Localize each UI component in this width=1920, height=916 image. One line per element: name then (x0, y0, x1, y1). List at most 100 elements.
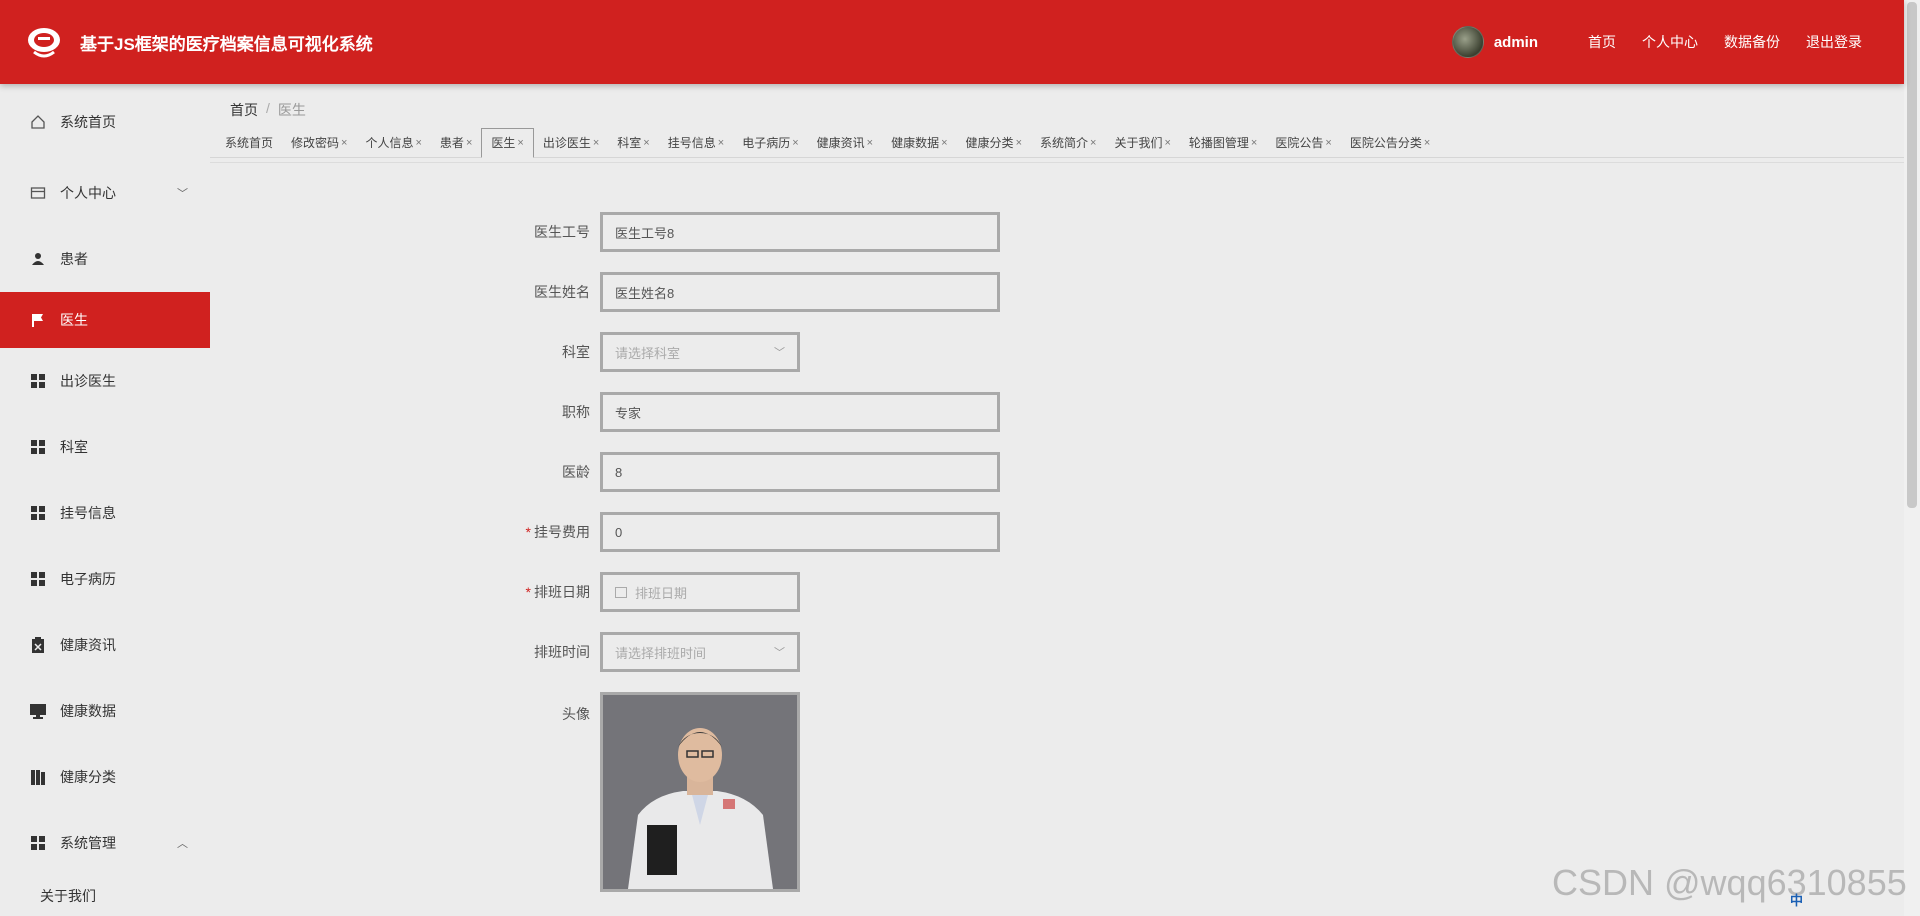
close-icon[interactable]: × (1164, 137, 1170, 149)
book-icon (30, 769, 46, 785)
tab-hospital-notice[interactable]: 医院公告 × (1266, 128, 1340, 158)
close-icon[interactable]: × (415, 137, 421, 149)
department-select[interactable]: 请选择科室 ﹀ (600, 332, 800, 372)
close-icon[interactable]: × (867, 137, 873, 149)
close-icon[interactable]: × (1424, 137, 1430, 149)
username[interactable]: admin (1494, 34, 1538, 51)
tab-label: 医院公告 (1275, 136, 1324, 150)
grid-icon (30, 373, 46, 389)
user-icon (30, 251, 46, 267)
tab-label: 医院公告分类 (1349, 136, 1422, 150)
sidebar-item-personal-center[interactable]: 个人中心 ﹀ (0, 160, 210, 226)
ime-indicator: 中 (1790, 893, 1804, 908)
schedule-time-select[interactable]: 请选择排班时间 ﹀ (600, 632, 800, 672)
tab-doctor[interactable]: 医生 × (481, 127, 534, 158)
sidebar-item-health-data[interactable]: 健康数据 (0, 678, 210, 744)
close-icon[interactable]: × (593, 137, 599, 149)
tab-department[interactable]: 科室 × (608, 128, 658, 158)
sidebar-item-label: 个人中心 (60, 185, 116, 201)
doctor-photo[interactable] (600, 692, 800, 892)
tab-personal-info[interactable]: 个人信息 × (356, 128, 430, 158)
close-icon[interactable]: × (792, 137, 798, 149)
close-icon[interactable]: × (718, 137, 724, 149)
close-icon[interactable]: × (1090, 137, 1096, 149)
close-icon[interactable]: × (1251, 137, 1257, 149)
experience-field[interactable]: 8 (600, 452, 1000, 492)
breadcrumb-current: 医生 (277, 102, 306, 118)
header-link-home[interactable]: 首页 (1588, 32, 1616, 52)
tab-health-category[interactable]: 健康分类 × (957, 128, 1031, 158)
sidebar-item-registration[interactable]: 挂号信息 (0, 480, 210, 546)
sidebar-subitem-about-us[interactable]: 关于我们 (0, 876, 210, 916)
tab-system-home[interactable]: 系统首页 (216, 128, 282, 158)
tab-system-intro[interactable]: 系统简介 × (1031, 128, 1105, 158)
grid-icon (30, 439, 46, 455)
doctor-id-field[interactable]: 医生工号8 (600, 212, 1000, 252)
tab-health-data[interactable]: 健康数据 × (882, 128, 956, 158)
scrollbar-thumb[interactable] (1907, 2, 1917, 508)
user-avatar[interactable] (1451, 26, 1484, 58)
sidebar-item-label: 科室 (60, 439, 88, 455)
schedule-date-picker[interactable]: 排班日期 (600, 572, 800, 612)
close-icon[interactable]: × (1325, 137, 1331, 149)
form-row-doctor-id: 医生工号 医生工号8 (500, 212, 1000, 252)
header-link-backup[interactable]: 数据备份 (1724, 32, 1780, 52)
tab-label: 健康分类 (965, 136, 1014, 150)
tab-label: 挂号信息 (667, 136, 716, 150)
avatar-label: 头像 (562, 706, 590, 722)
chevron-down-icon: ﹀ (177, 188, 188, 200)
form-row-experience: 医龄 8 (500, 452, 1000, 492)
top-header: 基于JS框架的医疗档案信息可视化系统 admin 首页 个人中心 数据备份 退出… (0, 0, 1904, 84)
close-icon[interactable]: × (643, 137, 649, 149)
required-mark: * (525, 524, 531, 540)
tab-medical-record[interactable]: 电子病历 × (733, 128, 807, 158)
sidebar-item-home[interactable]: 系统首页 (0, 84, 210, 160)
chevron-down-icon: ﹀ (774, 647, 785, 659)
sidebar-item-label: 健康数据 (60, 703, 116, 719)
tab-patient[interactable]: 患者 × (431, 128, 481, 158)
form-row-schedule-date: * 排班日期 排班日期 (500, 572, 800, 612)
tab-label: 个人信息 (365, 136, 414, 150)
breadcrumb-home[interactable]: 首页 (230, 100, 258, 120)
ime-tray[interactable]: 中 (1790, 890, 1803, 909)
tab-health-news[interactable]: 健康资讯 × (808, 128, 882, 158)
sidebar-item-patient[interactable]: 患者 (0, 226, 210, 292)
header-link-profile[interactable]: 个人中心 (1642, 32, 1698, 52)
fee-field[interactable]: 0 (600, 512, 1000, 552)
close-icon[interactable]: × (517, 137, 523, 149)
logo-icon (28, 28, 60, 58)
tab-label: 健康资讯 (816, 136, 865, 150)
sidebar-item-health-category[interactable]: 健康分类 (0, 744, 210, 810)
sidebar-item-visiting-doctor[interactable]: 出诊医生 (0, 348, 210, 414)
close-icon[interactable]: × (941, 137, 947, 149)
sidebar-item-label: 挂号信息 (60, 505, 116, 521)
breadcrumb-separator: / (266, 100, 270, 116)
tab-about-us[interactable]: 关于我们 × (1105, 128, 1179, 158)
sidebar-item-label: 医生 (60, 312, 88, 328)
tab-change-password[interactable]: 修改密码 × (282, 128, 356, 158)
tab-hospital-notice-category[interactable]: 医院公告分类 × (1341, 128, 1439, 158)
schedule-date-label: * 排班日期 (500, 582, 600, 602)
close-icon[interactable]: × (466, 137, 472, 149)
sidebar-item-department[interactable]: 科室 (0, 414, 210, 480)
header-link-logout[interactable]: 退出登录 (1806, 32, 1862, 52)
tab-visiting-doctor[interactable]: 出诊医生 × (534, 128, 608, 158)
sidebar-item-medical-record[interactable]: 电子病历 (0, 546, 210, 612)
tab-registration[interactable]: 挂号信息 × (659, 128, 733, 158)
tab-carousel-management[interactable]: 轮播图管理 × (1180, 128, 1266, 158)
home-icon (30, 114, 46, 130)
sidebar-item-health-news[interactable]: 健康资讯 (0, 612, 210, 678)
schedule-date-placeholder: 排班日期 (635, 585, 688, 601)
title-field[interactable]: 专家 (600, 392, 1000, 432)
grid-icon (30, 505, 46, 521)
logo (20, 18, 68, 66)
sidebar-item-doctor[interactable]: 医生 (0, 292, 210, 348)
tab-label: 电子病历 (742, 136, 791, 150)
close-icon[interactable]: × (1016, 137, 1022, 149)
experience-label: 医龄 (562, 464, 590, 480)
tab-label: 医生 (491, 136, 516, 150)
breadcrumb: 首页 / 医生 (230, 100, 306, 120)
doctor-name-field[interactable]: 医生姓名8 (600, 272, 1000, 312)
close-icon[interactable]: × (341, 137, 347, 149)
sidebar-item-system-management[interactable]: 系统管理 ︿ (0, 810, 210, 876)
